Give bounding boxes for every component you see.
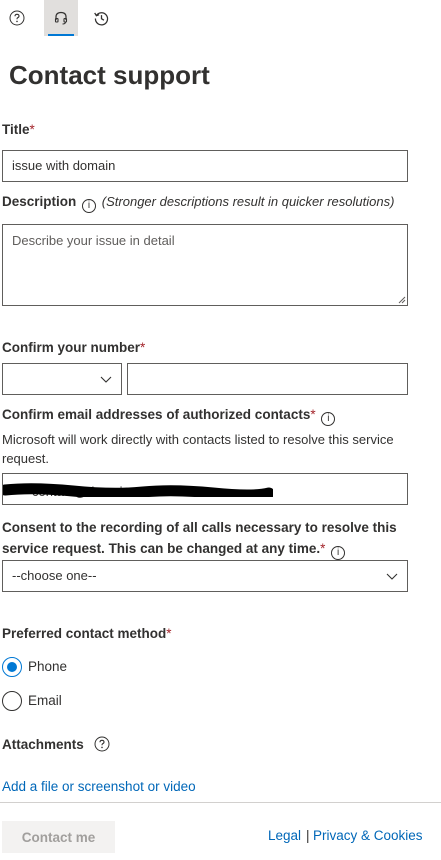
description-label-text: Description <box>2 194 77 209</box>
chevron-down-icon <box>386 573 398 580</box>
description-textarea[interactable]: Describe your issue in detail <box>2 224 408 306</box>
required-marker: * <box>320 541 326 556</box>
title-input-value: issue with domain <box>12 158 116 173</box>
radio-phone[interactable] <box>2 657 22 677</box>
contacts-description: Microsoft will work directly with contac… <box>2 432 394 466</box>
required-marker: * <box>29 122 35 137</box>
chevron-down-icon <box>100 376 112 383</box>
country-code-dropdown[interactable] <box>2 363 122 395</box>
description-label: Description i (Stronger descriptions res… <box>2 194 394 213</box>
privacy-cookies-link[interactable]: Privacy & Cookies <box>313 828 423 843</box>
attachments-label: Attachments <box>2 736 110 752</box>
radio-phone-label[interactable]: Phone <box>28 659 67 674</box>
headset-icon <box>54 11 68 25</box>
preferred-contact-label: Preferred contact method* <box>2 626 172 641</box>
description-placeholder: Describe your issue in detail <box>12 233 175 248</box>
required-marker: * <box>140 340 146 355</box>
consent-selected-value: --choose one-- <box>12 568 97 583</box>
active-tab-indicator <box>48 34 74 36</box>
add-attachment-link[interactable]: Add a file or screenshot or video <box>2 779 196 794</box>
footer-divider <box>0 802 441 803</box>
radio-email[interactable] <box>2 691 22 711</box>
consent-label-line1: Consent to the recording of all calls ne… <box>2 520 397 535</box>
tab-support[interactable] <box>44 0 78 36</box>
contacts-label-text: Confirm email addresses of authorized co… <box>2 407 311 422</box>
page-title: Contact support <box>9 60 210 90</box>
description-hint: (Stronger descriptions result in quicker… <box>101 194 395 209</box>
tab-history[interactable] <box>84 0 118 36</box>
contact-me-button[interactable]: Contact me <box>2 821 115 853</box>
resize-handle-icon[interactable] <box>398 296 406 304</box>
consent-dropdown[interactable]: --choose one-- <box>2 560 408 592</box>
legal-link[interactable]: Legal <box>268 828 301 843</box>
consent-label: Consent to the recording of all calls ne… <box>2 517 397 560</box>
title-label-text: Title <box>2 122 30 137</box>
title-label: Title* <box>2 122 35 137</box>
help-circle-icon[interactable] <box>94 736 110 752</box>
attachments-label-text: Attachments <box>2 737 84 752</box>
history-icon <box>93 11 108 25</box>
confirm-number-label: Confirm your number* <box>2 340 145 355</box>
help-circle-icon <box>9 10 25 26</box>
info-icon[interactable]: i <box>321 412 336 426</box>
contacts-label: Confirm email addresses of authorized co… <box>2 407 337 426</box>
confirm-number-label-text: Confirm your number <box>2 340 141 355</box>
required-marker: * <box>310 407 316 422</box>
contacts-email-input[interactable]: contact@domain.onmicrosoft.com <box>2 473 408 505</box>
phone-number-input[interactable] <box>127 363 408 395</box>
preferred-contact-label-text: Preferred contact method <box>2 626 167 641</box>
info-icon[interactable]: i <box>331 546 346 560</box>
tab-help[interactable] <box>0 0 34 36</box>
title-input[interactable]: issue with domain <box>2 150 408 182</box>
consent-label-line2: service request. This can be changed at … <box>2 541 321 556</box>
tab-bar <box>0 0 441 38</box>
radio-email-label[interactable]: Email <box>28 693 62 708</box>
footer-separator: | <box>306 828 310 843</box>
redaction-scribble <box>3 483 273 497</box>
info-icon[interactable]: i <box>82 199 97 213</box>
required-marker: * <box>166 626 172 641</box>
